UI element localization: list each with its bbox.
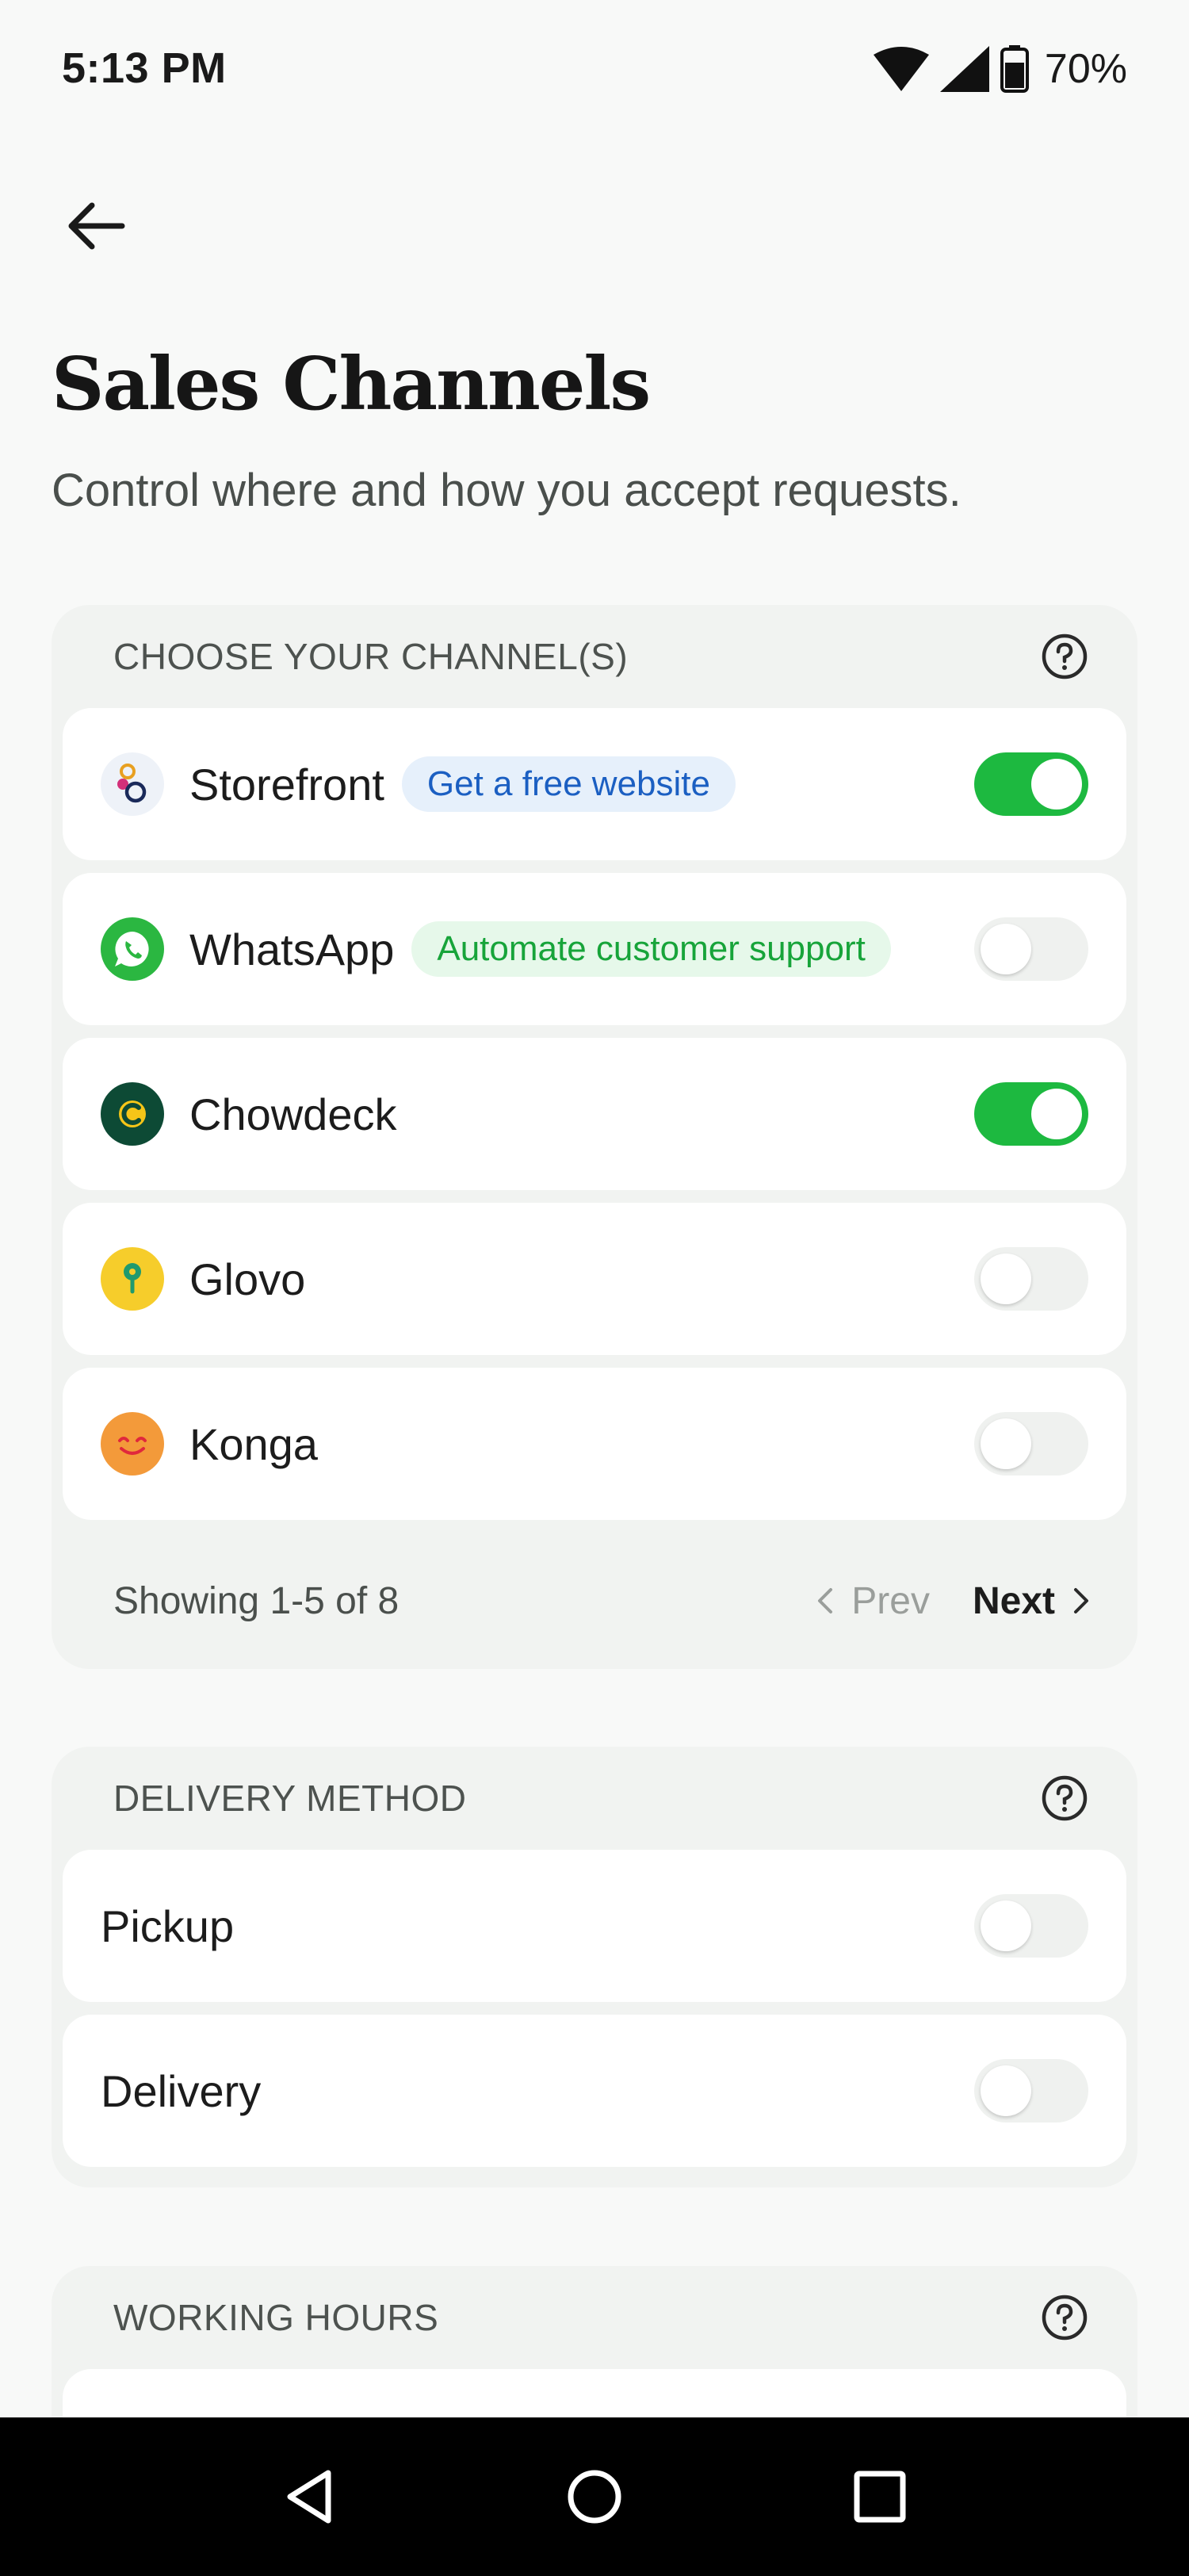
nav-home-button[interactable]	[547, 2449, 642, 2544]
chowdeck-toggle[interactable]	[974, 1082, 1088, 1146]
back-triangle-icon	[287, 2470, 331, 2524]
back-button[interactable]	[55, 186, 135, 266]
toggle-knob	[981, 1254, 1031, 1304]
status-bar: 5:13 PM 70%	[0, 0, 1189, 139]
channel-badge[interactable]: Automate customer support	[411, 921, 891, 977]
arrow-left-icon	[68, 202, 125, 250]
channel-label: Storefront	[189, 759, 384, 810]
storefront-toggle[interactable]	[974, 752, 1088, 816]
chevron-left-icon	[818, 1588, 833, 1613]
channel-label: Chowdeck	[189, 1089, 397, 1139]
home-circle-icon	[568, 2470, 621, 2524]
next-label: Next	[972, 1579, 1055, 1622]
next-button[interactable]: Next	[973, 1579, 1090, 1623]
nav-back-button[interactable]	[262, 2449, 357, 2544]
channels-pagination: Showing 1-5 of 8 Prev Next	[63, 1533, 1126, 1669]
channel-label: Konga	[189, 1418, 318, 1469]
pickup-toggle[interactable]	[974, 1894, 1088, 1958]
channels-section-header: CHOOSE YOUR CHANNEL(S)	[63, 605, 1126, 708]
pagination-controls: Prev Next	[816, 1579, 1090, 1623]
whatsapp-toggle[interactable]	[974, 917, 1088, 981]
system-nav-bar	[0, 2417, 1189, 2576]
channel-label: WhatsApp	[189, 924, 395, 974]
chevron-right-icon	[1074, 1588, 1088, 1613]
channel-row-chowdeck[interactable]: Chowdeck	[63, 1038, 1126, 1190]
channel-row-storefront[interactable]: Storefront Get a free website	[63, 708, 1126, 860]
battery-percentage: 70%	[1044, 46, 1127, 92]
toggle-knob	[981, 924, 1031, 974]
help-icon[interactable]	[1039, 631, 1090, 682]
toggle-knob	[981, 1900, 1031, 1951]
toggle-knob	[981, 2065, 1031, 2116]
glovo-logo-icon	[101, 1247, 164, 1311]
battery-icon	[1000, 45, 1029, 93]
prev-button[interactable]: Prev	[816, 1579, 930, 1623]
glovo-toggle[interactable]	[974, 1247, 1088, 1311]
whatsapp-logo-icon	[101, 917, 164, 981]
page-subtitle: Control where and how you accept request…	[52, 465, 962, 516]
nav-recents-button[interactable]	[832, 2449, 927, 2544]
delivery-toggle[interactable]	[974, 2059, 1088, 2122]
delivery-label: Pickup	[101, 1900, 235, 1951]
working-hours-section-title: WORKING HOURS	[113, 2297, 439, 2338]
help-icon[interactable]	[1039, 1773, 1090, 1824]
channels-section: CHOOSE YOUR CHANNEL(S) Storefront Get a …	[52, 605, 1137, 1669]
channel-row-whatsapp[interactable]: WhatsApp Automate customer support	[63, 873, 1126, 1025]
delivery-row-pickup[interactable]: Pickup	[63, 1850, 1126, 2002]
delivery-section: DELIVERY METHOD Pickup Delivery	[52, 1747, 1137, 2187]
recents-square-icon	[854, 2471, 906, 2523]
konga-toggle[interactable]	[974, 1412, 1088, 1476]
delivery-row-delivery[interactable]: Delivery	[63, 2015, 1126, 2167]
channels-section-title: CHOOSE YOUR CHANNEL(S)	[113, 636, 629, 677]
toggle-knob	[1031, 1089, 1082, 1139]
channel-row-glovo[interactable]: Glovo	[63, 1203, 1126, 1355]
prev-label: Prev	[851, 1579, 930, 1622]
signal-icon	[939, 46, 989, 92]
channel-label: Glovo	[189, 1254, 306, 1304]
app-screen: 5:13 PM 70% Sales Channels Control where…	[0, 0, 1189, 2576]
delivery-section-title: DELIVERY METHOD	[113, 1778, 467, 1819]
status-time: 5:13 PM	[62, 44, 227, 92]
channel-badge[interactable]: Get a free website	[401, 756, 736, 812]
pagination-info: Showing 1-5 of 8	[113, 1579, 400, 1622]
page-title: Sales Channels	[52, 341, 651, 427]
chowdeck-logo-icon	[101, 1082, 164, 1146]
delivery-section-header: DELIVERY METHOD	[63, 1747, 1126, 1850]
storefront-logo-icon	[101, 752, 164, 816]
working-hours-section-header: WORKING HOURS	[63, 2266, 1126, 2369]
help-icon[interactable]	[1039, 2292, 1090, 2343]
channel-row-konga[interactable]: Konga	[63, 1368, 1126, 1520]
toggle-knob	[1031, 759, 1082, 810]
toggle-knob	[981, 1418, 1031, 1469]
konga-logo-icon	[101, 1412, 164, 1476]
wifi-icon	[873, 47, 929, 91]
delivery-label: Delivery	[101, 2065, 262, 2116]
status-icons: 70%	[873, 44, 1127, 94]
